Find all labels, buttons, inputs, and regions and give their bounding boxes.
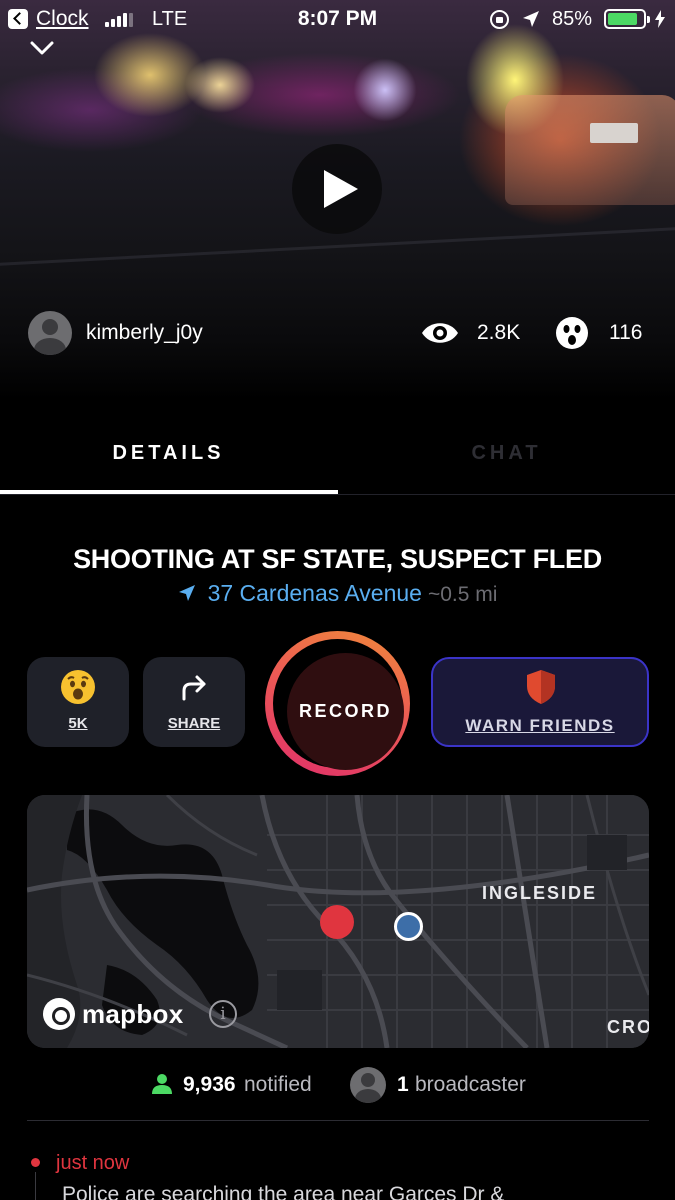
tab-details[interactable]: DETAILS	[0, 442, 337, 465]
play-icon	[324, 170, 358, 208]
video-frame-car	[505, 95, 675, 205]
map-label-ingleside: INGLESIDE	[482, 883, 598, 903]
charging-bolt-icon	[655, 10, 665, 28]
broadcaster-count: 1	[397, 1073, 409, 1096]
person-icon	[152, 1074, 172, 1094]
record-ring-gap: RECORD	[273, 639, 404, 770]
broadcaster-username: kimberly_j0y	[86, 321, 203, 344]
timeline-update-text: Police are searching the area near Garce…	[62, 1183, 505, 1200]
user-location-dot	[394, 912, 423, 941]
share-label: SHARE	[167, 715, 221, 732]
status-bar: Clock LTE 8:07 PM 85%	[0, 0, 675, 38]
view-count: 2.8K	[477, 321, 521, 344]
timeline-dot	[31, 1158, 40, 1167]
share-arrow-icon	[182, 675, 206, 701]
tab-divider	[0, 494, 675, 495]
tab-bar: DETAILS CHAT	[0, 420, 675, 498]
broadcaster-info[interactable]: kimberly_j0y	[28, 311, 203, 355]
info-icon[interactable]: i	[209, 1000, 237, 1028]
avatar	[28, 311, 72, 355]
record-label: RECORD	[287, 653, 404, 770]
broadcaster-label: broadcaster	[415, 1073, 526, 1096]
notified-label: notified	[244, 1073, 312, 1096]
share-button[interactable]: SHARE	[143, 657, 245, 747]
shocked-face-icon	[556, 317, 588, 349]
tab-chat[interactable]: CHAT	[338, 442, 675, 465]
navigation-arrow-icon	[178, 585, 195, 601]
notified-count: 9,936	[183, 1073, 236, 1096]
orientation-lock-icon	[490, 10, 509, 29]
video-player[interactable]: Clock LTE 8:07 PM 85% kimberly_j0y 2.8K …	[0, 0, 675, 400]
timeline-timestamp: just now	[56, 1152, 130, 1174]
timeline-line	[35, 1172, 36, 1200]
map-label-cro: CRO	[607, 1017, 649, 1037]
mapbox-wordmark: mapbox	[82, 998, 184, 1029]
incident-title: SHOOTING AT SF STATE, SUSPECT FLED	[73, 544, 602, 574]
reaction-count-label: 5K	[68, 715, 88, 732]
incident-address[interactable]: 37 Cardenas Avenue	[208, 580, 422, 606]
warn-friends-label: WARN FRIENDS	[465, 716, 615, 735]
eye-icon	[422, 323, 458, 343]
incident-pin[interactable]	[320, 905, 354, 939]
react-button[interactable]: 5K	[27, 657, 129, 747]
chevron-down-icon[interactable]	[30, 36, 54, 60]
video-frame-plate	[590, 123, 638, 143]
play-button[interactable]	[292, 144, 382, 234]
mapbox-logo[interactable]: mapbox	[43, 997, 183, 1031]
divider	[27, 1120, 649, 1121]
shocked-emoji-icon	[61, 670, 95, 704]
broadcaster-avatar[interactable]	[350, 1067, 386, 1103]
battery-icon	[604, 9, 650, 29]
notification-stats: 9,936 notified 1 broadcaster	[0, 1067, 675, 1103]
shield-icon	[527, 670, 555, 704]
mapbox-mark-icon	[43, 998, 75, 1030]
battery-fill	[608, 13, 637, 25]
incident-distance: ~0.5 mi	[427, 583, 498, 606]
warn-friends-button[interactable]: WARN FRIENDS	[431, 657, 649, 747]
reaction-count: 116	[609, 321, 643, 344]
incident-map[interactable]: INGLESIDE CRO mapbox i	[27, 795, 649, 1048]
incident-location[interactable]: 37 Cardenas Avenue ~0.5 mi	[0, 580, 675, 607]
location-services-icon	[523, 11, 539, 27]
record-button[interactable]: RECORD	[265, 631, 410, 776]
battery-percentage: 85%	[552, 8, 593, 30]
